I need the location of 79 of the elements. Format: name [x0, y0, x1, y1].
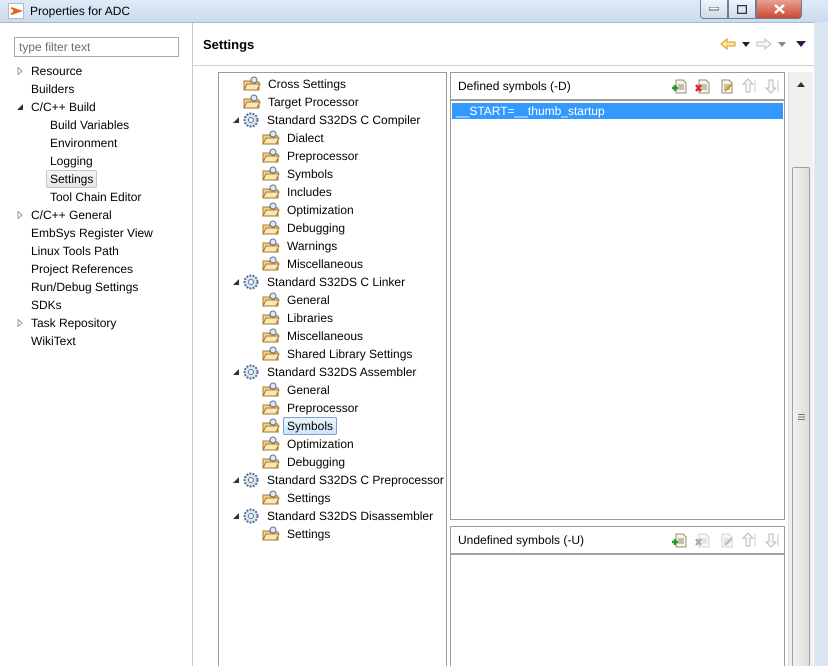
- collapse-triangle-icon[interactable]: [232, 278, 240, 286]
- close-button[interactable]: [756, 0, 802, 19]
- tree-item[interactable]: Symbols: [283, 417, 338, 435]
- add-icon[interactable]: [672, 532, 688, 548]
- tree-item[interactable]: Debugging: [283, 453, 350, 471]
- tree-item[interactable]: Libraries: [283, 309, 338, 327]
- tree-item[interactable]: Logging: [46, 152, 97, 170]
- tree-item[interactable]: Settings: [283, 489, 334, 507]
- tree-item[interactable]: C/C++ Build: [27, 98, 100, 116]
- tree-item[interactable]: Preprocessor: [283, 147, 362, 165]
- tree-item[interactable]: EmbSys Register View: [27, 224, 157, 242]
- maximize-button[interactable]: [728, 0, 756, 19]
- minimize-icon: [709, 7, 719, 11]
- tree-item[interactable]: Build Variables: [46, 116, 134, 134]
- back-arrow-icon[interactable]: [720, 38, 736, 50]
- collapse-triangle-icon[interactable]: [16, 103, 24, 111]
- tree-item[interactable]: Standard S32DS Disassembler: [263, 507, 438, 525]
- tree-item[interactable]: Preprocessor: [283, 399, 362, 417]
- add-icon[interactable]: [672, 78, 688, 94]
- tree-item[interactable]: Settings: [46, 170, 98, 188]
- collapse-triangle-icon[interactable]: [232, 476, 240, 484]
- scroll-up-icon[interactable]: [797, 82, 805, 87]
- tree-item[interactable]: Settings: [283, 525, 334, 543]
- gear-icon: [243, 274, 259, 290]
- scrollbar[interactable]: [788, 72, 813, 666]
- tree-item[interactable]: Cross Settings: [264, 75, 350, 93]
- tree-item[interactable]: Includes: [283, 183, 336, 201]
- tree-item[interactable]: C/C++ General: [27, 206, 116, 224]
- tree-item[interactable]: WikiText: [27, 332, 80, 350]
- tree-item[interactable]: Linux Tools Path: [27, 242, 123, 260]
- scrollbar-thumb[interactable]: [792, 167, 810, 666]
- app-logo-icon: [8, 3, 24, 19]
- gear-icon: [243, 508, 259, 524]
- tree-item[interactable]: Builders: [27, 80, 78, 98]
- maximize-icon: [737, 4, 747, 14]
- collapse-triangle-icon[interactable]: [232, 116, 240, 124]
- expand-triangle-icon[interactable]: [16, 67, 24, 75]
- tree-item[interactable]: Target Processor: [264, 93, 363, 111]
- minimize-button[interactable]: [700, 0, 728, 19]
- tree-item[interactable]: Standard S32DS C Preprocessor: [263, 471, 448, 489]
- window-title: Properties for ADC: [30, 4, 130, 18]
- tree-item[interactable]: Environment: [46, 134, 122, 152]
- page-title: Settings: [203, 36, 254, 52]
- tree-item[interactable]: Miscellaneous: [283, 255, 368, 273]
- filter-field[interactable]: type filter text: [14, 37, 179, 57]
- tree-item[interactable]: Shared Library Settings: [283, 345, 416, 363]
- tree-item[interactable]: Tool Chain Editor: [46, 188, 146, 206]
- delete-icon[interactable]: [695, 78, 711, 94]
- tree-item[interactable]: Run/Debug Settings: [27, 278, 142, 296]
- tree-item[interactable]: General: [283, 291, 334, 309]
- gear-icon: [243, 364, 259, 380]
- tree-item[interactable]: Task Repository: [27, 314, 120, 332]
- tree-item[interactable]: Warnings: [283, 237, 342, 255]
- tree-item[interactable]: General: [283, 381, 334, 399]
- tree-item[interactable]: Miscellaneous: [283, 327, 368, 345]
- collapse-triangle-icon[interactable]: [232, 512, 240, 520]
- expand-triangle-icon[interactable]: [16, 211, 24, 219]
- tree-item[interactable]: Project References: [27, 260, 138, 278]
- list-title: Undefined symbols (-U): [458, 533, 584, 547]
- tree-item[interactable]: Debugging: [283, 219, 350, 237]
- close-icon: [774, 4, 784, 14]
- tree-item[interactable]: Resource: [27, 62, 86, 80]
- tree-item[interactable]: Optimization: [283, 435, 358, 453]
- list-title: Defined symbols (-D): [458, 79, 571, 93]
- tree-item[interactable]: SDKs: [27, 296, 66, 314]
- tree-item[interactable]: Standard S32DS Assembler: [263, 363, 420, 381]
- tree-item[interactable]: Standard S32DS C Linker: [263, 273, 410, 291]
- tree-item[interactable]: Standard S32DS C Compiler: [263, 111, 424, 129]
- grip-icon: [798, 414, 804, 420]
- forward-arrow-icon[interactable]: [756, 38, 772, 50]
- gear-icon: [243, 472, 259, 488]
- gear-icon: [243, 112, 259, 128]
- tree-item[interactable]: Dialect: [283, 129, 328, 147]
- tree-item[interactable]: Symbols: [283, 165, 338, 183]
- view-menu-icon[interactable]: [796, 41, 806, 47]
- collapse-triangle-icon[interactable]: [232, 368, 240, 376]
- tree-item[interactable]: Optimization: [283, 201, 358, 219]
- expand-triangle-icon[interactable]: [16, 319, 24, 327]
- dropdown-icon[interactable]: [742, 42, 750, 46]
